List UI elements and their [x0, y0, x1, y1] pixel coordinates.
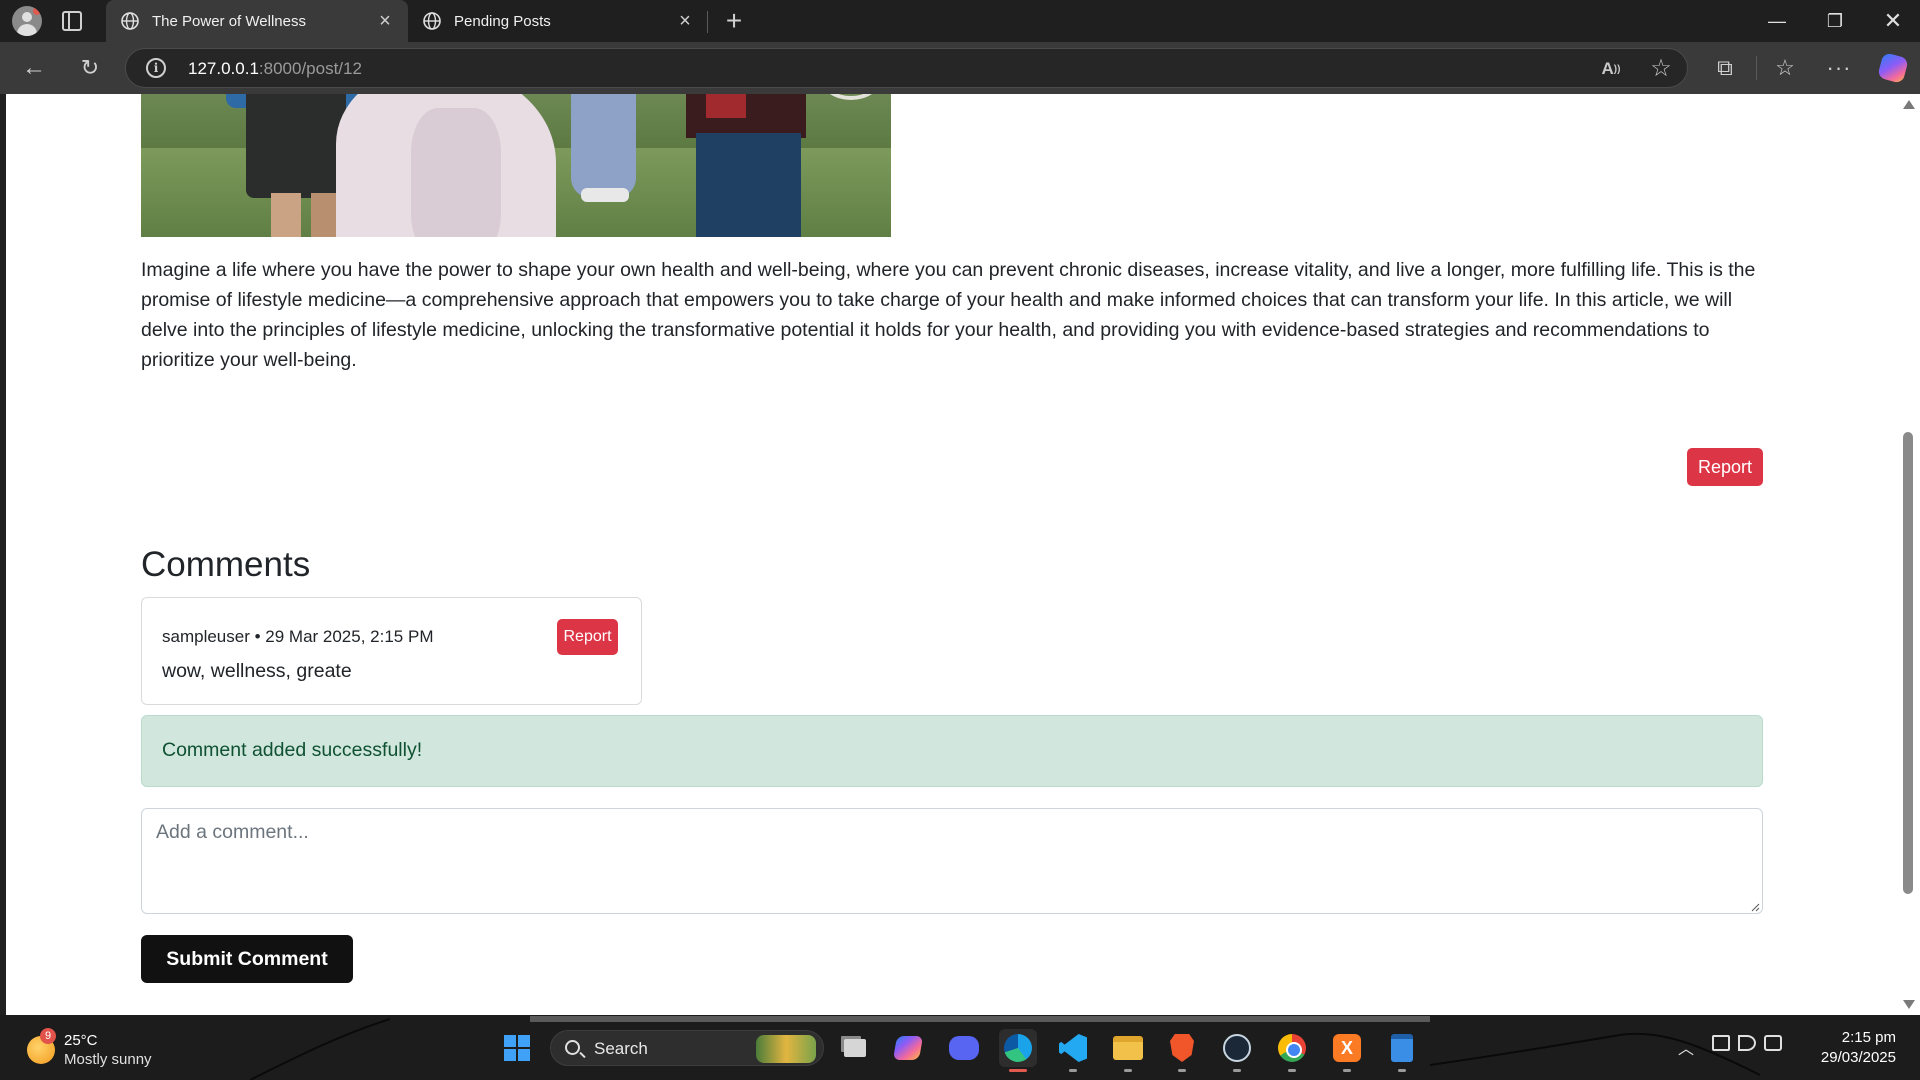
- back-arrow-icon[interactable]: ←: [16, 52, 52, 84]
- edge-browser-icon[interactable]: [999, 1029, 1037, 1072]
- search-label: Search: [594, 1039, 648, 1058]
- close-tab-icon[interactable]: ×: [376, 10, 394, 33]
- search-highlight-image: [756, 1035, 816, 1063]
- windows-start-icon[interactable]: [498, 1029, 536, 1067]
- post-body-text: Imagine a life where you have the power …: [141, 259, 1756, 371]
- report-comment-button[interactable]: Report: [557, 619, 618, 655]
- browser-tab-strip: The Power of Wellness × Pending Posts × …: [0, 0, 1920, 42]
- system-tray[interactable]: [1712, 1035, 1782, 1059]
- network-icon[interactable]: [1712, 1035, 1730, 1051]
- comment-text: wow, wellness, greate: [162, 660, 352, 682]
- globe-icon: [423, 12, 441, 30]
- clock-date[interactable]: 29/03/2025: [1790, 1049, 1896, 1066]
- tab-pending-posts[interactable]: Pending Posts ×: [408, 0, 708, 42]
- url-host: 127.0.0.1: [188, 59, 259, 78]
- tab-the-power-of-wellness[interactable]: The Power of Wellness ×: [106, 0, 408, 42]
- scroll-thumb[interactable]: [1903, 432, 1913, 894]
- page-viewport: Imagine a life where you have the power …: [6, 94, 1898, 1015]
- puzzle-icon[interactable]: ⧉: [1710, 52, 1740, 84]
- address-bar[interactable]: i 127.0.0.1:8000/post/12 A)) ☆: [125, 48, 1688, 88]
- task-view-icon[interactable]: [836, 1029, 874, 1067]
- browser-toolbar: ← ↻ i 127.0.0.1:8000/post/12 A)) ☆ ⧉ ☆ ·…: [0, 42, 1920, 94]
- notepad-icon[interactable]: [1383, 1029, 1421, 1072]
- more-dots-icon[interactable]: ···: [1822, 52, 1856, 84]
- profile-avatar-icon[interactable]: [12, 6, 42, 36]
- success-alert: Comment added successfully!: [141, 715, 1763, 787]
- reload-icon[interactable]: ↻: [72, 52, 108, 84]
- minimize-window-icon[interactable]: —: [1748, 0, 1806, 42]
- comments-heading: Comments: [141, 545, 311, 584]
- speaker-icon[interactable]: [1738, 1035, 1756, 1051]
- weather-badge: 9: [40, 1028, 56, 1044]
- steam-icon[interactable]: [1218, 1029, 1256, 1072]
- tab-title: The Power of Wellness: [152, 12, 306, 30]
- weather-widget[interactable]: 9 25°C Mostly sunny: [22, 1028, 172, 1070]
- resize-grip-icon[interactable]: [1750, 902, 1760, 912]
- post-hero-image: [141, 94, 891, 237]
- weather-temp: 25°C: [64, 1032, 98, 1049]
- xampp-glyph: X: [1333, 1034, 1361, 1062]
- comment-meta: sampleuser • 29 Mar 2025, 2:15 PM: [162, 627, 434, 646]
- scroll-up-arrow-icon[interactable]: [1903, 100, 1915, 109]
- brave-browser-icon[interactable]: [1163, 1029, 1201, 1072]
- weather-desc: Mostly sunny: [64, 1051, 152, 1068]
- close-tab-icon[interactable]: ×: [676, 10, 694, 33]
- restore-window-icon[interactable]: ❐: [1806, 0, 1864, 42]
- search-icon: [565, 1040, 580, 1055]
- battery-icon[interactable]: [1764, 1035, 1782, 1051]
- report-post-button[interactable]: Report: [1687, 448, 1763, 486]
- close-window-icon[interactable]: ✕: [1864, 0, 1920, 42]
- comment-card: sampleuser • 29 Mar 2025, 2:15 PM wow, w…: [141, 597, 642, 705]
- globe-icon: [121, 12, 139, 30]
- tab-title: Pending Posts: [454, 12, 551, 30]
- success-message: Comment added successfully!: [162, 739, 423, 761]
- xampp-icon[interactable]: X: [1328, 1029, 1366, 1072]
- discord-icon[interactable]: [945, 1029, 983, 1067]
- vscode-icon[interactable]: [1054, 1029, 1092, 1072]
- toolbar-divider: [1756, 56, 1757, 80]
- page-scrollbar[interactable]: [1898, 94, 1920, 1015]
- chevron-up-icon[interactable]: ︿: [1678, 1035, 1694, 1059]
- comment-textarea[interactable]: [141, 808, 1763, 914]
- scroll-down-arrow-icon[interactable]: [1903, 1000, 1915, 1009]
- copilot-app-icon[interactable]: [889, 1029, 927, 1067]
- url-text[interactable]: 127.0.0.1:8000/post/12: [188, 59, 362, 79]
- tab-divider: [707, 11, 708, 33]
- info-icon[interactable]: i: [146, 58, 166, 78]
- tab-actions-icon[interactable]: [62, 11, 82, 31]
- windows-taskbar: 9 25°C Mostly sunny Search X ︿ 2:15 pm 2…: [0, 1015, 1920, 1080]
- url-path: :8000/post/12: [258, 59, 362, 78]
- submit-comment-button[interactable]: Submit Comment: [141, 935, 353, 983]
- new-tab-plus-icon[interactable]: +: [718, 5, 750, 36]
- chrome-browser-icon[interactable]: [1273, 1029, 1311, 1072]
- copilot-icon[interactable]: [1877, 52, 1909, 84]
- star-icon[interactable]: ☆: [1648, 55, 1674, 82]
- favorites-icon[interactable]: ☆: [1768, 52, 1802, 84]
- clock-time[interactable]: 2:15 pm: [1790, 1029, 1896, 1046]
- file-explorer-icon[interactable]: [1109, 1029, 1147, 1072]
- read-aloud-icon[interactable]: A)): [1599, 57, 1623, 81]
- taskbar-search[interactable]: Search: [550, 1030, 824, 1066]
